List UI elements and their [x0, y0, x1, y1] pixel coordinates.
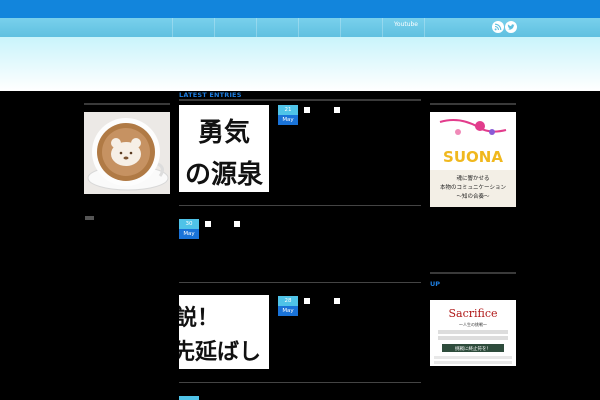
nav-separator	[298, 18, 299, 37]
nav-separator	[172, 18, 173, 37]
nav-bar: Youtube	[0, 18, 600, 37]
svg-text:の源泉: の源泉	[185, 159, 264, 190]
entry-thumbnail[interactable]: 説！ 先延ばし	[179, 295, 269, 369]
comment-icon	[334, 298, 340, 304]
ad-line: 〜人生の挑戦〜	[459, 321, 487, 327]
svg-text:説！: 説！	[179, 305, 219, 331]
sacrifice-logo-text: Sacrifice	[448, 307, 497, 320]
nav-separator	[340, 18, 341, 37]
entry-date-badge: 30 May	[179, 219, 199, 239]
ad-line: 魂に響かせる	[456, 174, 489, 182]
entry-date-badge: 28 May	[278, 296, 298, 316]
category-icon	[304, 298, 310, 304]
left-column-rule	[84, 103, 170, 105]
entry-divider	[179, 382, 421, 383]
entry-thumbnail[interactable]: 勇気 の源泉	[179, 105, 269, 192]
sacrifice-banner[interactable]: Sacrifice 〜人生の挑戦〜 挑戦に終止符を！	[430, 300, 516, 366]
nav-separator	[256, 18, 257, 37]
entry-date-badge	[179, 396, 199, 400]
svg-text:先延ばし: 先延ばし	[179, 339, 261, 365]
nav-separator	[214, 18, 215, 37]
category-icon	[304, 107, 310, 113]
nav-separator	[382, 18, 383, 37]
nav-link-youtube[interactable]: Youtube	[394, 21, 418, 28]
right-column-rule	[430, 272, 516, 274]
entry-date-day: 21	[278, 105, 298, 115]
category-icon	[205, 221, 211, 227]
nav-separator	[424, 18, 425, 37]
entry-date-day: 30	[179, 219, 199, 229]
top-bar	[0, 0, 600, 18]
entry-date-month: May	[179, 229, 199, 239]
ad-line: 本物のコミュニケーション	[440, 183, 506, 191]
entry-date-month: May	[278, 306, 298, 316]
section-title: LATEST ENTRIES	[179, 91, 242, 99]
right-column-rule	[430, 103, 516, 105]
suona-logo-text: SUONA	[443, 148, 503, 166]
header-banner	[0, 37, 600, 91]
widget-title: UP	[430, 280, 441, 288]
comment-icon	[234, 221, 240, 227]
entry-date-month: May	[278, 115, 298, 125]
comment-icon	[334, 107, 340, 113]
ad-button: 挑戦に終止符を！	[455, 345, 491, 352]
twitter-icon[interactable]	[505, 21, 517, 33]
ad-line: 〜知の合奏〜	[456, 192, 490, 200]
entry-divider	[179, 205, 421, 206]
svg-text:勇気: 勇気	[198, 117, 250, 148]
suona-banner[interactable]: SUONA 魂に響かせる 本物のコミュニケーション 〜知の合奏〜	[430, 112, 516, 207]
main-column-rule	[179, 99, 421, 101]
entry-date-badge: 21 May	[278, 105, 298, 125]
rss-icon[interactable]	[492, 21, 504, 33]
sidebar-widget-marker	[85, 216, 94, 220]
entry-divider	[179, 282, 421, 283]
entry-date-day: 28	[278, 296, 298, 306]
latte-art-image[interactable]	[84, 112, 170, 194]
